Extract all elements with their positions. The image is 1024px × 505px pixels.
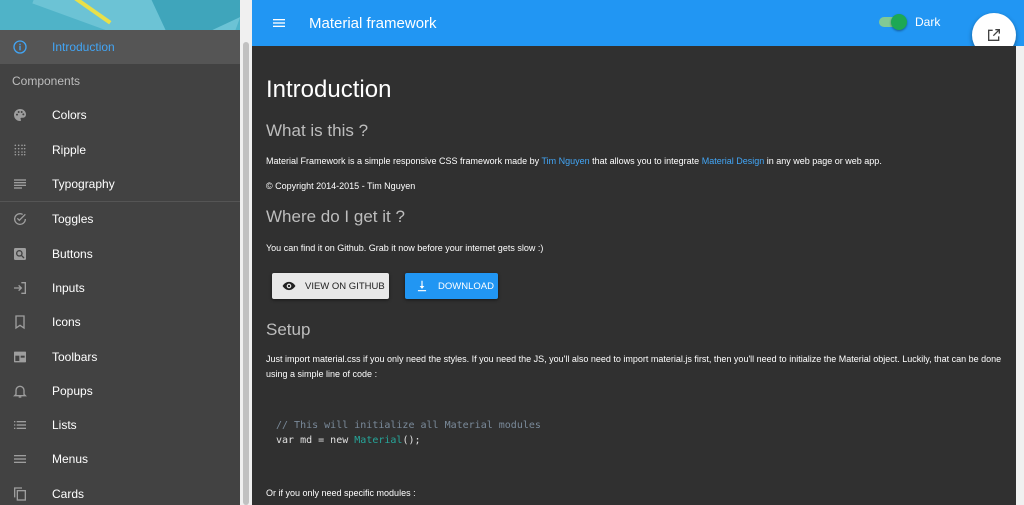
app-root: Introduction Components Colors Ripple Ty… [0, 0, 1024, 505]
code-class: Material [354, 435, 403, 446]
sidebar-item-ripple[interactable]: Ripple [0, 133, 240, 167]
sidebar-scrollbar[interactable] [240, 0, 252, 505]
check-circle-icon [12, 211, 28, 227]
sidebar-item-label: Introduction [52, 40, 115, 55]
sidebar-scrollbar-thumb[interactable] [243, 42, 249, 505]
toggle-label: Dark [915, 15, 941, 29]
menu-icon [12, 451, 28, 467]
sidebar-item-typography[interactable]: Typography [0, 167, 240, 201]
sidebar-item-colors[interactable]: Colors [0, 98, 240, 132]
sidebar-item-lists[interactable]: Lists [0, 408, 240, 442]
where-heading: Where do I get it ? [266, 207, 405, 226]
sidebar-header-image [0, 0, 240, 30]
input-icon [12, 280, 28, 296]
sidebar-subheader: Components [12, 74, 81, 89]
app-title: Material framework [309, 14, 437, 32]
toggle-knob[interactable] [891, 14, 907, 30]
bookmark-icon [12, 314, 28, 330]
download-label: DOWNLOAD [438, 280, 494, 292]
setup-paragraph: Just import material.css if you only nee… [266, 354, 1002, 379]
page-title: Introduction [266, 76, 392, 103]
sidebar-item-popups[interactable]: Popups [0, 374, 240, 408]
sidebar: Introduction Components Colors Ripple Ty… [0, 0, 240, 505]
main-scrollbar[interactable] [1016, 46, 1024, 505]
eye-icon [282, 279, 296, 293]
bell-icon [12, 383, 28, 399]
sidebar-item-inputs[interactable]: Inputs [0, 271, 240, 305]
material-design-link[interactable]: Material Design [702, 156, 765, 166]
hamburger-menu-icon[interactable] [270, 14, 288, 32]
main-content: Introduction What is this ? Material Fra… [252, 46, 1016, 505]
code-line-b: (); [402, 435, 421, 446]
sidebar-item-label: Inputs [52, 280, 85, 295]
code-block: // This will initialize all Material mod… [276, 418, 541, 448]
sidebar-item-introduction[interactable]: Introduction [0, 30, 240, 65]
sidebar-item-label: Toolbars [52, 349, 98, 364]
copyright-text: © Copyright 2014-2015 - Tim Nguyen [266, 181, 416, 191]
modules-paragraph: Or if you only need specific modules : [266, 488, 416, 498]
grain-icon [12, 142, 28, 158]
sidebar-item-label: Typography [52, 177, 115, 192]
sidebar-item-cards[interactable]: Cards [0, 477, 240, 505]
what-heading: What is this ? [266, 121, 369, 140]
download-icon [415, 279, 429, 293]
dark-mode-toggle[interactable]: Dark [879, 14, 941, 30]
toolbar-icon [12, 349, 28, 365]
list-icon [12, 417, 28, 433]
sidebar-item-label: Toggles [52, 212, 94, 227]
sidebar-item-label: Colors [52, 108, 87, 123]
setup-heading: Setup [266, 320, 311, 339]
sidebar-item-label: Icons [52, 315, 81, 330]
text-lines-icon [12, 176, 28, 192]
sidebar-item-label: Ripple [52, 142, 87, 157]
where-paragraph: You can find it on Github. Grab it now b… [266, 243, 544, 253]
sidebar-item-icons[interactable]: Icons [0, 305, 240, 339]
sidebar-item-label: Cards [52, 486, 85, 501]
open-in-new-icon [986, 27, 1002, 43]
view-on-github-button[interactable]: VIEW ON GITHUB [272, 273, 389, 299]
palette-icon [12, 107, 28, 123]
sidebar-item-label: Lists [52, 418, 77, 433]
sidebar-item-buttons[interactable]: Buttons [0, 236, 240, 270]
sidebar-item-toolbars[interactable]: Toolbars [0, 339, 240, 373]
view-on-github-label: VIEW ON GITHUB [305, 280, 385, 292]
code-line-a: var md = new [276, 435, 355, 446]
copy-icon [12, 486, 28, 502]
what-paragraph: Material Framework is a simple responsiv… [266, 156, 882, 166]
toggle-track[interactable] [879, 14, 907, 30]
search-box-icon [12, 246, 28, 262]
sidebar-item-menus[interactable]: Menus [0, 442, 240, 476]
app-bar: Material framework Dark [252, 0, 1024, 46]
tim-nguyen-link[interactable]: Tim Nguyen [541, 156, 589, 166]
sidebar-item-label: Menus [52, 452, 89, 467]
info-icon [12, 39, 28, 55]
code-comment: // This will initialize all Material mod… [276, 420, 541, 431]
download-button[interactable]: DOWNLOAD [405, 273, 498, 299]
sidebar-item-label: Buttons [52, 246, 93, 261]
sidebar-item-toggles[interactable]: Toggles [0, 202, 240, 236]
sidebar-item-label: Popups [52, 383, 93, 398]
